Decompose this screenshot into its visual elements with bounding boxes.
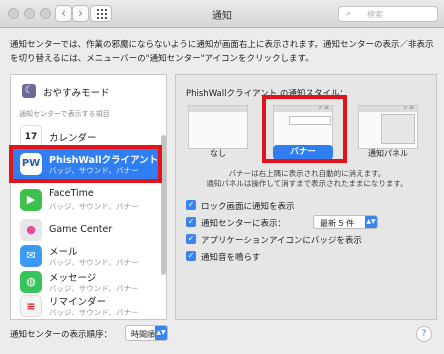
style-note: バナーは右上隅に表示され自動的に消えます。 通知パネルは操作して消すまで表示され…: [206, 169, 408, 188]
search-placeholder: 検索: [367, 10, 383, 19]
app-name: メール: [49, 247, 78, 258]
do-not-disturb-item[interactable]: ☾ おやすみモード: [11, 75, 166, 105]
app-name: FaceTime: [49, 188, 94, 199]
recent-items-select[interactable]: 最新 5 件 ▲▼: [313, 215, 378, 229]
search-input[interactable]: ⌕ 検索: [338, 6, 438, 22]
app-name: メッセージ: [49, 273, 97, 284]
app-name: カレンダー: [49, 133, 97, 144]
popup-arrows-icon: ▲▼: [365, 216, 377, 228]
annotation-highlight-app: [9, 145, 162, 183]
game-center-icon: ●: [20, 219, 42, 241]
checkbox-checked-icon: ✓: [186, 217, 196, 227]
annotation-highlight-banner: [262, 95, 347, 163]
app-name: リマインダー: [49, 297, 107, 308]
sort-order-label: 通知センターの表示順序：: [10, 330, 113, 340]
reminders-icon: ≡: [20, 295, 42, 317]
section-label: 通知センターで表示する項目: [19, 110, 110, 118]
do-not-disturb-label: おやすみモード: [43, 88, 110, 99]
style-option-none[interactable]: [188, 105, 248, 149]
calendar-icon: 17: [20, 125, 42, 147]
checkbox-checked-icon: ✓: [186, 234, 196, 244]
title-bar: ‹ › 通知 ⌕ 検索: [0, 0, 444, 28]
app-item-reminders[interactable]: ≡ リマインダー バッジ、サウンド、バナー: [11, 289, 161, 319]
checkbox-checked-icon: ✓: [186, 200, 196, 210]
menubar-icons: ⌕ ≡: [403, 104, 414, 111]
mail-icon: ✉: [20, 245, 42, 267]
app-name: Game Center: [49, 224, 113, 235]
style-label-none: なし: [210, 149, 226, 158]
style-option-panel[interactable]: ⌕ ≡: [358, 104, 418, 149]
panel-preview: [381, 114, 415, 144]
moon-icon: ☾: [22, 84, 36, 98]
checkbox-notification-center[interactable]: ✓ 通知センターに表示：: [186, 216, 426, 229]
checkbox-checked-icon: ✓: [186, 251, 196, 261]
search-icon: ⌕: [346, 9, 352, 19]
facetime-icon: ▶: [20, 189, 42, 211]
intro-description: 通知センターでは、作業の邪魔にならないように通知が画面右上に表示されます。通知セ…: [10, 40, 434, 64]
style-label-panel: 通知パネル: [368, 149, 408, 158]
popup-arrows-icon: ▲▼: [155, 326, 167, 340]
app-list: ☾ おやすみモード 通知センターで表示する項目 17 カレンダー PW Phis…: [10, 74, 167, 320]
app-alert-types: バッジ、サウンド、バナー: [49, 202, 139, 211]
checkbox-lock-screen[interactable]: ✓ ロック画面に通知を表示: [186, 199, 426, 212]
app-alert-types: バッジ、サウンド、バナー: [49, 308, 139, 317]
sort-order-select[interactable]: 時間順 ▲▼: [125, 325, 168, 341]
help-button[interactable]: ?: [416, 326, 432, 342]
checkbox-badge-icon[interactable]: ✓ アプリケーションアイコンにバッジを表示: [186, 233, 426, 246]
checkbox-play-sound[interactable]: ✓ 通知音を鳴らす: [186, 250, 426, 263]
